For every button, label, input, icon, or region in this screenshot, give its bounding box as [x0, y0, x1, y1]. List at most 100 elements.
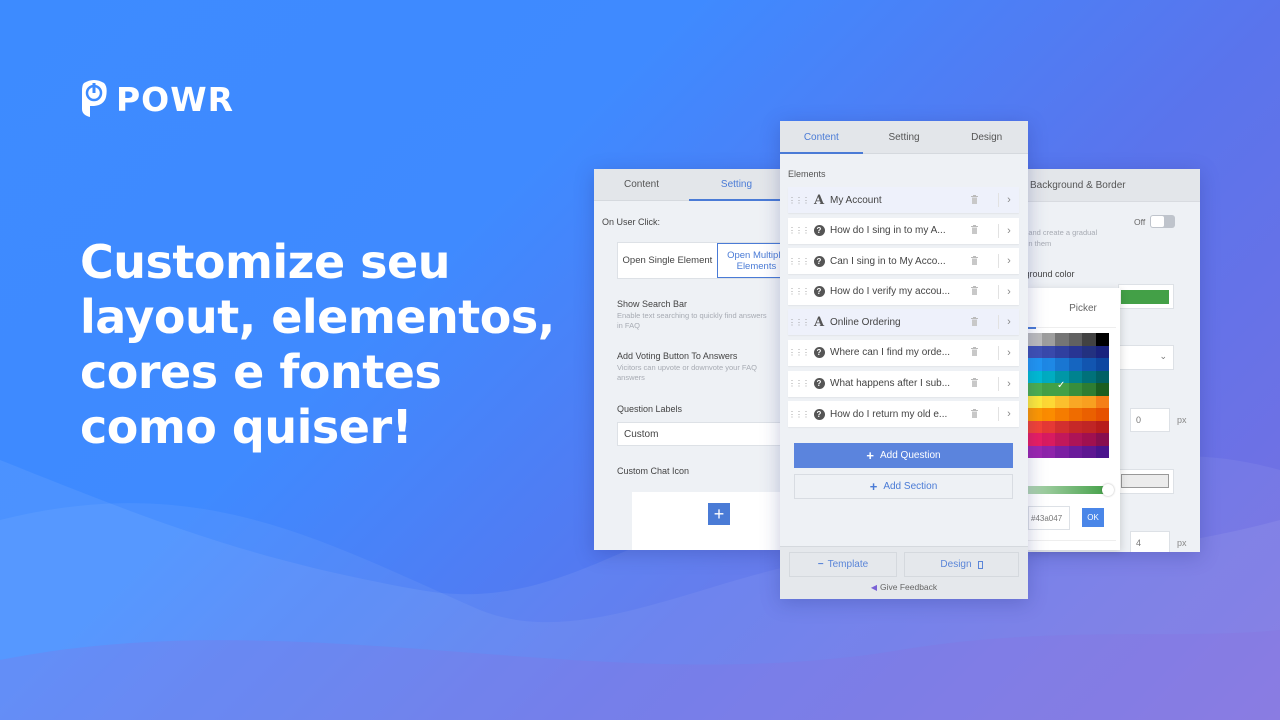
color-swatch[interactable]	[1041, 370, 1055, 383]
chevron-right-icon[interactable]: ›	[999, 347, 1019, 359]
color-swatch[interactable]: ✓	[1055, 380, 1069, 396]
color-swatch[interactable]	[1055, 420, 1069, 433]
template-button[interactable]: − Template	[789, 552, 897, 577]
add-section-button[interactable]: + Add Section	[794, 474, 1013, 499]
section-row[interactable]: ⋮⋮⋮ A My Account ›	[788, 187, 1019, 213]
question-row[interactable]: ⋮⋮⋮ ? Can I sing in to My Acco... ›	[788, 248, 1019, 275]
color-swatch[interactable]	[1028, 370, 1042, 383]
color-swatch[interactable]	[1028, 433, 1042, 446]
color-swatch[interactable]	[1041, 408, 1055, 421]
drag-handle-icon[interactable]: ⋮⋮⋮	[788, 348, 810, 357]
drag-handle-icon[interactable]: ⋮⋮⋮	[788, 410, 810, 419]
color-swatch[interactable]	[1041, 383, 1055, 396]
opacity-slider-track[interactable]	[1028, 486, 1108, 494]
background-color-field[interactable]	[1118, 284, 1174, 309]
color-swatch[interactable]	[1041, 395, 1055, 408]
drag-handle-icon[interactable]: ⋮⋮⋮	[788, 318, 810, 327]
question-row[interactable]: ⋮⋮⋮ ? What happens after I sub... ›	[788, 370, 1019, 397]
color-swatch[interactable]	[1055, 408, 1069, 421]
opacity-slider-handle[interactable]	[1102, 484, 1114, 496]
color-swatch[interactable]	[1068, 445, 1082, 458]
ok-button[interactable]: OK	[1082, 508, 1104, 527]
color-swatch[interactable]	[1082, 433, 1096, 446]
color-swatch[interactable]	[1095, 370, 1109, 383]
drag-handle-icon[interactable]: ⋮⋮⋮	[788, 226, 810, 235]
tab-design[interactable]: Design	[945, 121, 1028, 153]
drag-handle-icon[interactable]: ⋮⋮⋮	[788, 287, 810, 296]
trash-icon[interactable]	[964, 408, 984, 420]
trash-icon[interactable]	[964, 225, 984, 236]
chevron-right-icon[interactable]: ›	[999, 286, 1019, 298]
color-swatch[interactable]	[1055, 358, 1069, 371]
color-swatch[interactable]	[1041, 420, 1055, 433]
chevron-right-icon[interactable]: ›	[999, 255, 1019, 267]
color-swatch[interactable]	[1028, 445, 1042, 458]
color-swatch[interactable]	[1068, 433, 1082, 446]
give-feedback-link[interactable]: ◀ Give Feedback	[780, 582, 1028, 592]
color-swatch[interactable]	[1082, 370, 1096, 383]
question-row[interactable]: ⋮⋮⋮ ? How do I verify my accou... ›	[788, 278, 1019, 305]
color-swatch[interactable]	[1068, 358, 1082, 371]
design-button[interactable]: Design	[904, 552, 1019, 577]
style-select[interactable]: ⌄	[1118, 345, 1174, 370]
color-swatch[interactable]	[1028, 383, 1042, 396]
trash-icon[interactable]	[964, 316, 984, 328]
section-row[interactable]: ⋮⋮⋮ A Online Ordering ›	[788, 309, 1019, 336]
color-swatch[interactable]	[1028, 420, 1042, 433]
tab-content[interactable]: Content	[594, 169, 689, 200]
color-swatch[interactable]	[1068, 345, 1082, 358]
drag-handle-icon[interactable]: ⋮⋮⋮	[788, 379, 810, 388]
question-row[interactable]: ⋮⋮⋮ ? How do I sing in to my A... ›	[788, 217, 1019, 244]
color-swatch[interactable]	[1055, 395, 1069, 408]
border-color-field[interactable]	[1118, 469, 1174, 494]
chevron-right-icon[interactable]: ›	[999, 316, 1019, 328]
question-row[interactable]: ⋮⋮⋮ ? How do I return my old e... ›	[788, 401, 1019, 428]
drag-handle-icon[interactable]: ⋮⋮⋮	[788, 196, 810, 205]
color-swatch[interactable]	[1095, 445, 1109, 458]
color-swatch[interactable]	[1082, 333, 1096, 346]
color-swatch[interactable]	[1041, 358, 1055, 371]
border-width-input[interactable]: 0	[1130, 408, 1170, 432]
color-swatch[interactable]	[1095, 408, 1109, 421]
picker-tab[interactable]: Picker	[1028, 288, 1120, 328]
hex-color-input[interactable]: #43a047	[1028, 506, 1070, 530]
color-swatch[interactable]	[1095, 420, 1109, 433]
chevron-right-icon[interactable]: ›	[999, 408, 1019, 420]
color-swatch[interactable]	[1041, 333, 1055, 346]
color-swatch[interactable]	[1041, 433, 1055, 446]
color-swatch[interactable]	[1068, 383, 1082, 396]
trash-icon[interactable]	[964, 347, 984, 358]
color-swatch[interactable]	[1055, 445, 1069, 458]
drag-handle-icon[interactable]: ⋮⋮⋮	[788, 257, 810, 266]
color-swatch[interactable]	[1068, 395, 1082, 408]
color-swatch[interactable]	[1095, 345, 1109, 358]
chevron-right-icon[interactable]: ›	[999, 378, 1019, 390]
color-swatch[interactable]	[1055, 345, 1069, 358]
color-swatch[interactable]	[1095, 433, 1109, 446]
color-swatch[interactable]	[1095, 333, 1109, 346]
background-border-header[interactable]: Background & Border	[1020, 169, 1200, 202]
chevron-right-icon[interactable]: ›	[999, 225, 1019, 237]
color-swatch[interactable]	[1068, 420, 1082, 433]
color-swatch[interactable]	[1068, 408, 1082, 421]
border-radius-input[interactable]: 4	[1130, 531, 1170, 552]
trash-icon[interactable]	[964, 194, 984, 206]
color-swatch[interactable]	[1082, 445, 1096, 458]
color-swatch[interactable]	[1095, 383, 1109, 396]
color-swatch[interactable]	[1028, 345, 1042, 358]
trash-icon[interactable]	[964, 286, 984, 297]
add-chat-icon-button[interactable]: +	[708, 503, 730, 525]
color-swatch[interactable]	[1082, 408, 1096, 421]
color-swatch[interactable]	[1095, 395, 1109, 408]
open-single-element-button[interactable]: Open Single Element	[618, 243, 717, 278]
tab-setting[interactable]: Setting	[689, 169, 784, 201]
color-swatch[interactable]	[1082, 345, 1096, 358]
color-swatch[interactable]	[1095, 358, 1109, 371]
tab-setting[interactable]: Setting	[863, 121, 946, 153]
color-swatch[interactable]	[1041, 445, 1055, 458]
color-swatch[interactable]	[1055, 433, 1069, 446]
open-multiple-elements-button[interactable]: Open Multiple Elements	[716, 243, 784, 278]
gradient-toggle[interactable]	[1150, 215, 1175, 228]
color-swatch[interactable]	[1082, 395, 1096, 408]
question-row[interactable]: ⋮⋮⋮ ? Where can I find my orde... ›	[788, 339, 1019, 366]
